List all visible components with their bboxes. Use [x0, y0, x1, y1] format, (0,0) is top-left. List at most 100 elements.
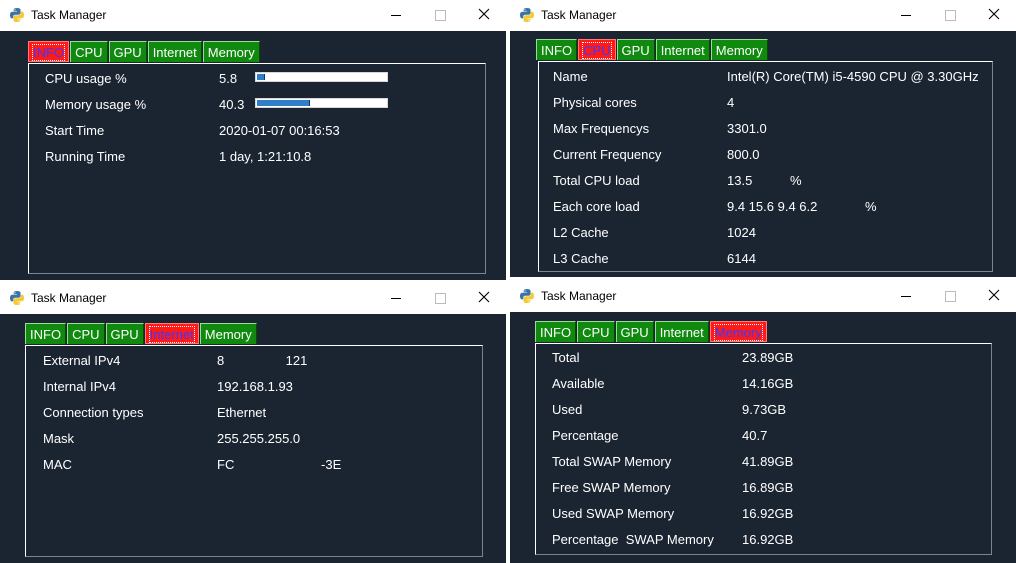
tab-internet[interactable]: Internet	[654, 321, 709, 342]
field-label: Total CPU load	[553, 173, 640, 188]
close-button[interactable]	[972, 0, 1016, 31]
tab-label: GPU	[110, 327, 139, 342]
tab-label: INFO	[31, 44, 66, 61]
tab-content-panel	[538, 61, 993, 272]
tab-content-panel	[535, 343, 992, 555]
field-label: Each core load	[553, 199, 640, 214]
field-label: Percentage	[552, 428, 619, 443]
field-value: 16.92GB	[742, 532, 794, 547]
close-button[interactable]	[462, 0, 506, 31]
tab-info[interactable]: INFO	[25, 323, 67, 344]
tab-content-panel	[25, 345, 483, 557]
field-value: 16.92GB	[742, 506, 794, 521]
tab-gpu[interactable]: GPU	[105, 323, 144, 344]
tab-gpu[interactable]: GPU	[108, 41, 147, 62]
minimize-icon	[391, 15, 401, 16]
maximize-icon	[434, 293, 446, 304]
title-bar[interactable]: Task Manager	[510, 281, 1016, 312]
tab-label: Internet	[152, 45, 197, 60]
tab-cpu[interactable]: CPU	[578, 39, 616, 60]
tab-gpu[interactable]: GPU	[616, 39, 655, 60]
tab-internet[interactable]: Internet	[144, 323, 199, 344]
task-manager-window: Task Manager INFO CPU GPU Internet Memory Exte…	[0, 283, 506, 563]
field-value: 8 121	[217, 353, 308, 368]
tab-info[interactable]: INFO	[536, 39, 578, 60]
field-label: Connection types	[43, 405, 144, 420]
field-value: 9.73GB	[742, 402, 787, 417]
tab-label: INFO	[540, 325, 572, 340]
window-title: Task Manager	[31, 291, 107, 305]
field-label: Internal IPv4	[43, 379, 116, 394]
maximize-button[interactable]	[418, 0, 462, 31]
field-label: Percentage SWAP Memory	[552, 532, 714, 547]
minimize-icon	[391, 298, 401, 299]
title-bar[interactable]: Task Manager	[510, 0, 1016, 31]
field-value: 16.89GB	[742, 480, 794, 495]
tab-label: CPU	[582, 325, 610, 340]
field-label: CPU usage %	[45, 71, 127, 86]
field-label: Free SWAP Memory	[552, 480, 671, 495]
field-value: 1 day, 1:21:10.8	[219, 149, 312, 164]
tab-label: GPU	[113, 45, 142, 60]
title-bar[interactable]: Task Manager	[0, 283, 506, 314]
task-manager-window: Task Manager INFO CPU GPU Internet Memory CPU …	[0, 0, 506, 280]
field-value: 192.168.1.93	[217, 379, 293, 394]
maximize-button[interactable]	[928, 281, 972, 312]
maximize-button[interactable]	[418, 283, 462, 314]
memory-usage-progress-bar	[255, 98, 388, 108]
title-bar[interactable]: Task Manager	[0, 0, 506, 31]
window-title: Task Manager	[31, 8, 107, 22]
tab-internet[interactable]: Internet	[147, 41, 202, 62]
tab-memory[interactable]: Memory	[709, 321, 767, 342]
tab-gpu[interactable]: GPU	[615, 321, 654, 342]
tab-label: CPU	[582, 42, 612, 59]
progress-fill	[257, 74, 265, 80]
tab-cpu[interactable]: CPU	[70, 41, 108, 62]
tab-internet[interactable]: Internet	[655, 39, 710, 60]
field-value: 1024	[727, 225, 756, 240]
field-value: Intel(R) Core(TM) i5-4590 CPU @ 3.30GHz	[727, 69, 979, 84]
maximize-icon	[944, 10, 956, 21]
field-label: Total	[552, 350, 580, 365]
field-value: 9.4 15.6 9.4 6.2	[727, 199, 818, 214]
minimize-button[interactable]	[374, 0, 418, 31]
field-label: Start Time	[45, 123, 105, 138]
close-button[interactable]	[462, 283, 506, 314]
tab-cpu[interactable]: CPU	[577, 321, 615, 342]
field-value: 3301.0	[727, 121, 767, 136]
tab-label: Memory	[713, 324, 763, 341]
tab-label: Internet	[660, 43, 705, 58]
minimize-button[interactable]	[884, 0, 928, 31]
field-label: Memory usage %	[45, 97, 147, 112]
maximize-button[interactable]	[928, 0, 972, 31]
close-icon	[988, 288, 1000, 306]
tab-info[interactable]: INFO	[28, 41, 70, 62]
tab-memory[interactable]: Memory	[199, 323, 257, 344]
tab-label: Internet	[148, 326, 195, 343]
tab-memory[interactable]: Memory	[710, 39, 768, 60]
tab-content-panel	[28, 63, 486, 274]
close-icon	[478, 7, 490, 25]
field-label: External IPv4	[43, 353, 121, 368]
window-title: Task Manager	[541, 8, 617, 22]
tab-label: INFO	[30, 327, 62, 342]
close-button[interactable]	[972, 281, 1016, 312]
field-label: Total SWAP Memory	[552, 454, 672, 469]
tab-info[interactable]: INFO	[535, 321, 577, 342]
tab-cpu[interactable]: CPU	[67, 323, 105, 344]
field-value: 4	[727, 95, 735, 110]
field-value: FC -3E	[217, 457, 342, 472]
field-value: Ethernet	[217, 405, 267, 420]
close-icon	[988, 7, 1000, 25]
field-value: 800.0	[727, 147, 760, 162]
field-label: Physical cores	[553, 95, 637, 110]
field-label: Available	[552, 376, 605, 391]
tab-label: CPU	[72, 327, 100, 342]
tab-label: GPU	[620, 325, 649, 340]
tab-memory[interactable]: Memory	[202, 41, 260, 62]
field-value: 40.3	[219, 97, 245, 112]
tab-label: Memory	[204, 327, 252, 342]
minimize-button[interactable]	[884, 281, 928, 312]
field-value: 5.8	[219, 71, 238, 86]
minimize-button[interactable]	[374, 283, 418, 314]
